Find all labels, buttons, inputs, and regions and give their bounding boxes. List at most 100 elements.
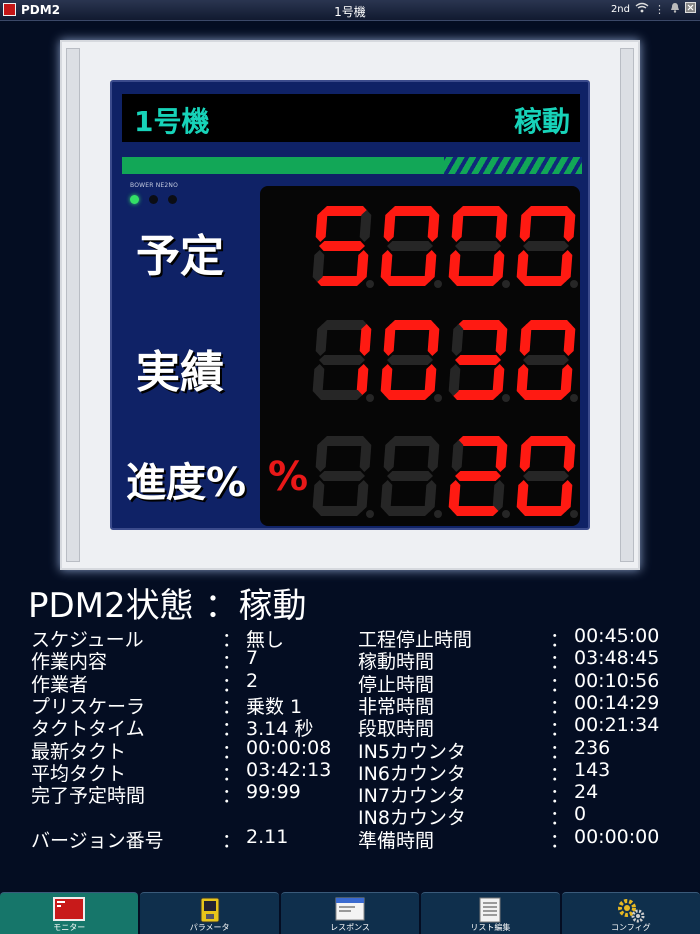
info-value: 236 xyxy=(574,736,611,759)
response-icon xyxy=(335,897,365,925)
info-value: 00:45:00 xyxy=(574,625,660,647)
digit-segment xyxy=(520,506,567,516)
frame-right-rail xyxy=(620,48,634,562)
info-value: 24 xyxy=(574,781,599,804)
digit-segment xyxy=(519,210,532,242)
info-sep: ： xyxy=(222,785,242,808)
tab-parameter-label: パラメータ xyxy=(189,923,230,932)
decimal-point xyxy=(434,394,442,402)
info-value: 99:99 xyxy=(246,781,301,804)
close-icon[interactable] xyxy=(685,2,696,16)
progress-seven-segment-display xyxy=(312,436,578,518)
info-value: 2.11 xyxy=(246,825,289,848)
display-board: 1号機 稼動 BOWER NE2NO 予定 実績 進度% % xyxy=(110,80,590,530)
info-value: 2 xyxy=(246,669,259,692)
info-sep: ： xyxy=(550,829,570,852)
digit-segment xyxy=(387,471,433,481)
planned-label: 予定 xyxy=(136,231,224,282)
decimal-point xyxy=(434,280,442,288)
digit-segment xyxy=(383,324,396,356)
digit-segment xyxy=(321,436,368,446)
digit-segment xyxy=(315,324,328,356)
board-header: 1号機 稼動 xyxy=(122,94,580,142)
actual-seven-segment-display xyxy=(312,320,578,402)
tab-parameter[interactable]: パラメータ xyxy=(140,892,279,934)
info-value: 7 xyxy=(246,647,259,670)
tab-list-edit-label: リスト編集 xyxy=(470,923,511,932)
tab-config-label: コンフィグ xyxy=(611,923,651,932)
digit-segment xyxy=(315,210,328,242)
info-value: 00:00:08 xyxy=(246,736,332,759)
digit-segment xyxy=(523,241,569,251)
digit-segment xyxy=(384,506,431,516)
machine-status: 稼動 xyxy=(513,105,570,138)
bell-icon[interactable] xyxy=(670,2,680,16)
digit-segment xyxy=(451,210,464,242)
digit-segment xyxy=(457,206,504,216)
digit-segment xyxy=(321,320,368,330)
info-label: バージョン番号 xyxy=(31,829,164,852)
info-label: 準備時間 xyxy=(358,829,435,852)
progress-label: 進度% xyxy=(126,460,247,506)
digit-segment xyxy=(319,471,365,481)
digit-segment xyxy=(523,471,569,481)
digit-segment xyxy=(451,440,464,472)
wifi-icon xyxy=(635,2,649,16)
tab-config[interactable]: コンフィグ xyxy=(561,892,700,934)
decimal-point xyxy=(366,510,374,518)
indicator-leds: BOWER NE2NO xyxy=(130,182,187,208)
digit-segment xyxy=(520,390,567,400)
digit-segment xyxy=(387,355,433,365)
info-value: 03:42:13 xyxy=(246,758,332,781)
info-value: 143 xyxy=(574,758,611,781)
decimal-point xyxy=(570,394,578,402)
info-value: 03:48:45 xyxy=(574,647,660,670)
digit-segment xyxy=(452,506,499,516)
tab-list-edit[interactable]: リスト編集 xyxy=(421,892,560,934)
progress-hatch xyxy=(444,157,582,174)
digit-segment xyxy=(523,355,569,365)
progress-fill xyxy=(122,157,444,174)
actual-label: 実績 xyxy=(136,347,224,398)
tab-monitor-label: モニター xyxy=(53,923,86,932)
tab-response-label: レスポンス xyxy=(330,923,370,932)
digit-segment xyxy=(455,471,501,481)
digit-segment xyxy=(319,241,365,251)
digit-segment xyxy=(452,390,499,400)
mode-indicator: 2nd xyxy=(610,3,630,15)
info-sep: ： xyxy=(222,829,242,852)
decimal-point xyxy=(366,394,374,402)
digit-segment xyxy=(519,440,532,472)
info-value: 0 xyxy=(574,803,587,826)
info-value: 00:00:00 xyxy=(574,825,660,848)
info-value: 00:21:34 xyxy=(574,714,660,737)
decimal-point xyxy=(570,280,578,288)
indicator-led xyxy=(130,195,139,204)
info-value: 00:14:29 xyxy=(574,691,660,714)
tab-monitor[interactable]: モニター xyxy=(0,892,139,934)
status-bar: PDM2 1号機 2nd ⋮ xyxy=(0,0,700,21)
digit-segment xyxy=(383,440,396,472)
percent-sign: % xyxy=(268,454,309,500)
decimal-point xyxy=(434,510,442,518)
digit-segment xyxy=(389,320,436,330)
tab-response[interactable]: レスポンス xyxy=(280,892,420,934)
digit-segment xyxy=(321,206,368,216)
digit-segment xyxy=(389,436,436,446)
progress-bar xyxy=(122,157,582,174)
status-icons: 2nd ⋮ xyxy=(611,2,696,16)
frame-left-rail xyxy=(66,48,80,562)
indicator-led xyxy=(149,195,158,204)
menu-dots-icon[interactable]: ⋮ xyxy=(654,3,665,16)
digit-segment xyxy=(519,324,532,356)
indicator-led xyxy=(168,195,177,204)
digit-segment xyxy=(525,320,572,330)
info-value: 00:10:56 xyxy=(574,669,660,692)
digit-segment xyxy=(455,241,501,251)
decimal-point xyxy=(570,510,578,518)
machine-name: 1号機 xyxy=(134,105,210,138)
led-label: BOWER NE2NO xyxy=(130,182,179,189)
digit-segment xyxy=(387,241,433,251)
digit-segment xyxy=(455,355,501,365)
digit-segment xyxy=(316,276,363,286)
